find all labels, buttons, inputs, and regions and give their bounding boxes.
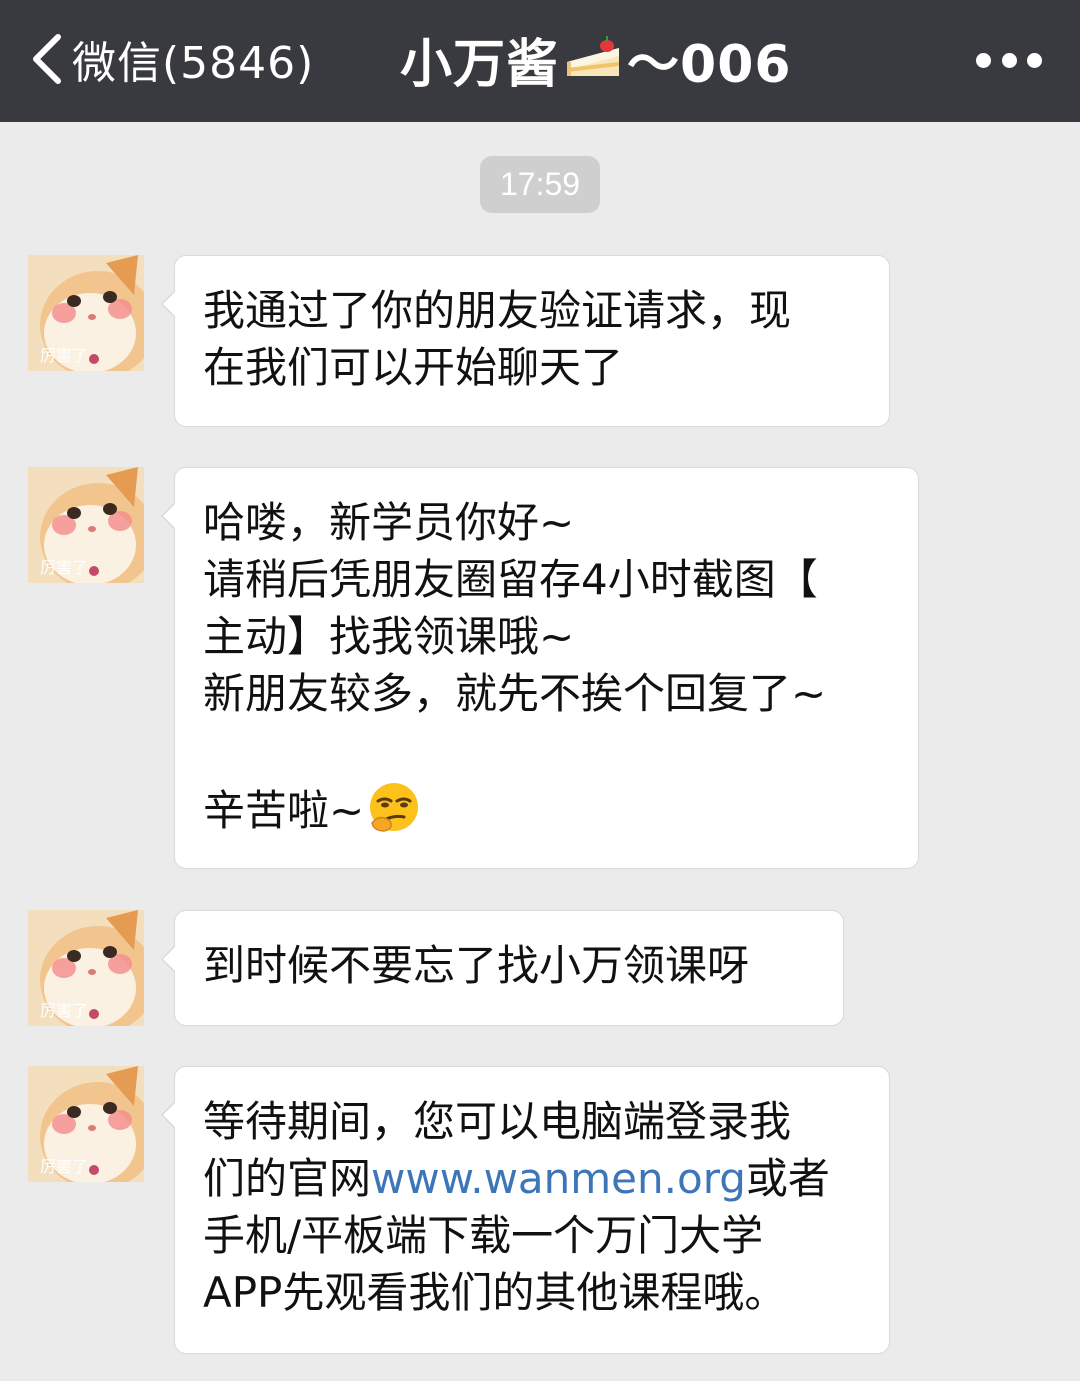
avatar-caption: 厉害了	[40, 1001, 88, 1020]
cat-avatar-image: 厉害了	[28, 467, 144, 583]
cake-icon	[567, 36, 620, 76]
message-timestamp: 17:59	[480, 156, 600, 213]
message-text: 哈喽，新学员你好~ 请稍后凭朋友圈留存4小时截图【 主动】找我领课哦~ 新朋友较…	[203, 498, 827, 835]
message-bubble[interactable]: 到时候不要忘了找小万领课呀	[161, 910, 844, 1026]
message-bubble[interactable]: 等待期间，您可以电脑端登录我 们的官网www.wanmen.org或者 手机/平…	[161, 1066, 890, 1354]
chat-title: 小万酱 ～006	[400, 26, 792, 95]
chevron-left-icon	[33, 34, 61, 84]
more-button[interactable]	[976, 40, 1042, 80]
avatar-caption: 厉害了	[40, 1157, 88, 1176]
contact-avatar[interactable]: 厉害了	[28, 1066, 144, 1182]
smirk-emoji-icon	[370, 783, 419, 832]
back-label: 微信(5846)	[72, 38, 315, 89]
message-bubble[interactable]: 哈喽，新学员你好~ 请稍后凭朋友圈留存4小时截图【 主动】找我领课哦~ 新朋友较…	[161, 467, 919, 869]
contact-avatar[interactable]: 厉害了	[28, 467, 144, 583]
chat-header: 微信(5846) 小万酱 ～006	[0, 0, 1080, 122]
contact-name: 小万酱	[400, 34, 560, 95]
message-text: 我通过了你的朋友验证请求，现 在我们可以开始聊天了	[203, 286, 792, 392]
message-text: 到时候不要忘了找小万领课呀	[203, 941, 750, 990]
contact-suffix: ～006	[627, 34, 792, 95]
avatar-caption: 厉害了	[40, 346, 88, 365]
contact-avatar[interactable]: 厉害了	[28, 910, 144, 1026]
contact-avatar[interactable]: 厉害了	[28, 255, 144, 371]
cat-avatar-image: 厉害了	[28, 255, 144, 371]
cat-avatar-image: 厉害了	[28, 1066, 144, 1182]
message-bubble[interactable]: 我通过了你的朋友验证请求，现 在我们可以开始聊天了	[161, 255, 890, 427]
website-link[interactable]: www.wanmen.org	[371, 1154, 746, 1203]
avatar-caption: 厉害了	[40, 558, 88, 577]
more-dot	[1027, 52, 1042, 68]
cat-avatar-image: 厉害了	[28, 910, 144, 1026]
back-button[interactable]: 微信(5846)	[26, 26, 314, 92]
more-dot	[976, 52, 991, 68]
more-dot	[1001, 52, 1017, 68]
